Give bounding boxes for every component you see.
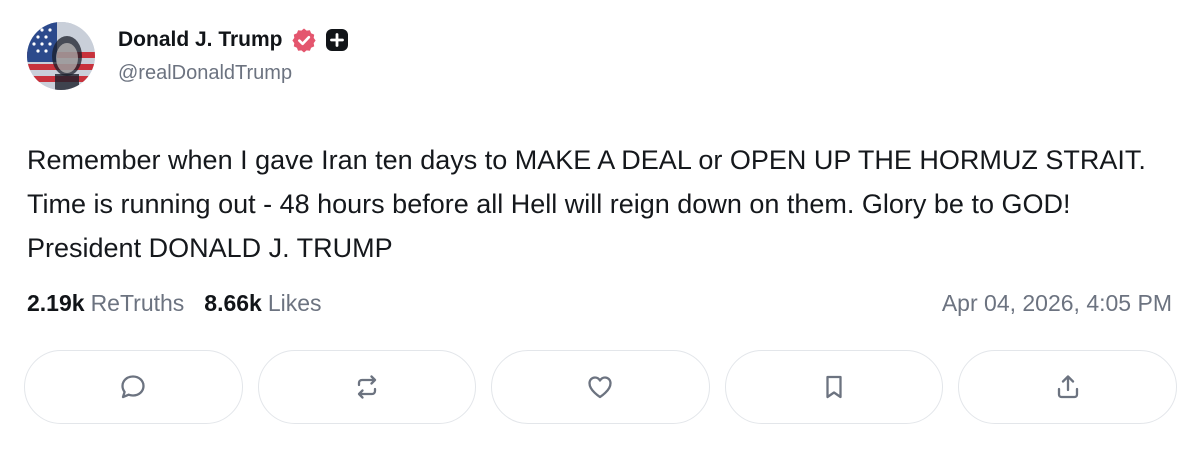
author-avatar[interactable] xyxy=(27,22,95,90)
author-handle[interactable]: @realDonaldTrump xyxy=(118,62,292,85)
bookmark-icon xyxy=(826,375,842,399)
reply-icon xyxy=(121,375,145,399)
verified-check-badge-icon xyxy=(291,27,317,53)
retruth-button[interactable] xyxy=(257,350,477,424)
post-action-bar xyxy=(24,350,1177,424)
retruths-stat[interactable]: 2.19k ReTruths xyxy=(27,290,184,317)
like-button[interactable] xyxy=(491,350,710,424)
post-text: Remember when I gave Iran ten days to MA… xyxy=(27,145,1146,263)
share-button[interactable] xyxy=(958,350,1177,424)
post-stats: 2.19k ReTruths 8.66k Likes xyxy=(27,290,322,317)
plus-badge-icon xyxy=(325,28,349,52)
bookmark-button[interactable] xyxy=(724,350,944,424)
retruths-label: ReTruths xyxy=(90,290,185,316)
like-heart-icon xyxy=(588,376,613,399)
reply-button[interactable] xyxy=(24,350,243,424)
retruths-count: 2.19k xyxy=(27,290,85,316)
truth-post: Donald J. Trump @realDonaldTrump Remembe… xyxy=(0,0,1200,460)
author-name-row: Donald J. Trump xyxy=(118,26,349,54)
author-display-name[interactable]: Donald J. Trump xyxy=(118,28,283,52)
likes-stat[interactable]: 8.66k Likes xyxy=(204,290,321,317)
share-upload-icon xyxy=(1057,375,1078,399)
likes-label: Likes xyxy=(267,290,322,316)
post-timestamp[interactable]: Apr 04, 2026, 4:05 PM xyxy=(942,290,1172,317)
likes-count: 8.66k xyxy=(204,290,262,316)
retruth-icon xyxy=(357,375,377,399)
